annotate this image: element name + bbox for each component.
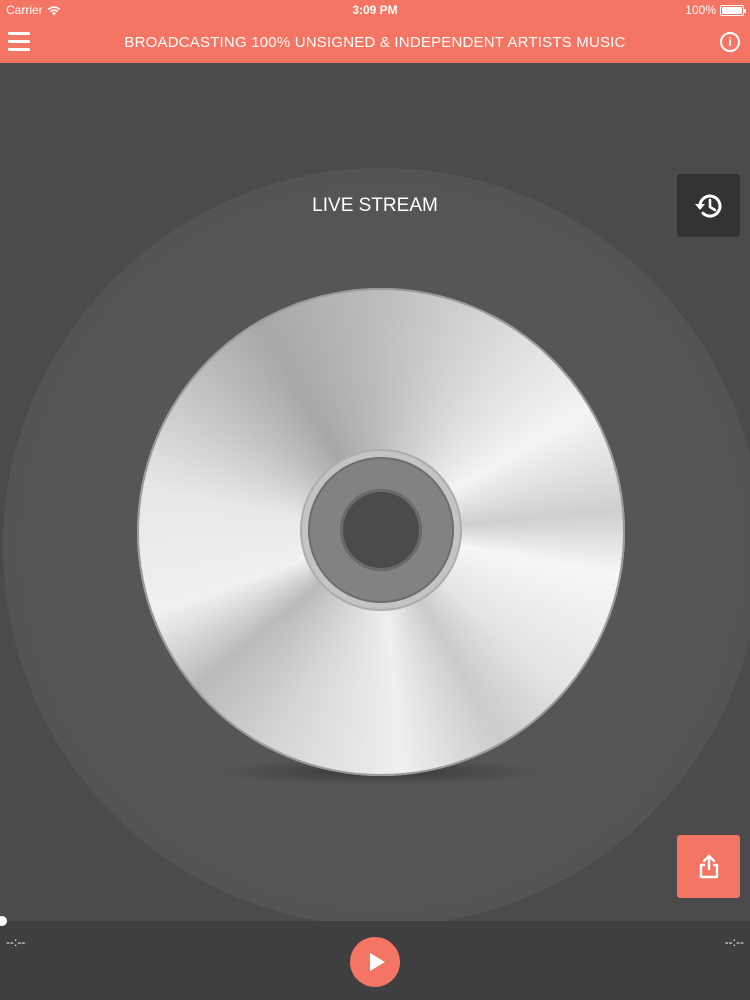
history-button[interactable]: [677, 174, 740, 237]
page-title: BROADCASTING 100% UNSIGNED & INDEPENDENT…: [124, 34, 626, 51]
player-artwork-area: LIVE STREAM: [0, 63, 750, 921]
hamburger-menu-icon[interactable]: [8, 32, 30, 52]
battery-icon: [720, 4, 746, 16]
battery-percent: 100%: [685, 3, 716, 17]
share-button[interactable]: [677, 835, 740, 898]
player-bar: --:-- --:--: [0, 916, 750, 1000]
nav-bar: BROADCASTING 100% UNSIGNED & INDEPENDENT…: [0, 20, 750, 63]
progress-slider-knob[interactable]: [0, 916, 7, 926]
share-icon: [699, 854, 718, 878]
info-icon[interactable]: i: [720, 32, 740, 52]
play-icon: [369, 953, 385, 971]
battery-indicator: 100%: [685, 3, 746, 17]
status-bar: Carrier 3:09 PM 100%: [0, 0, 750, 20]
play-button[interactable]: [350, 937, 400, 987]
elapsed-time: --:--: [6, 935, 26, 949]
stream-title: LIVE STREAM: [312, 195, 438, 216]
history-icon: [694, 194, 721, 218]
cd-center-hole: [340, 489, 422, 571]
remaining-time: --:--: [724, 935, 744, 949]
clock: 3:09 PM: [352, 3, 398, 17]
